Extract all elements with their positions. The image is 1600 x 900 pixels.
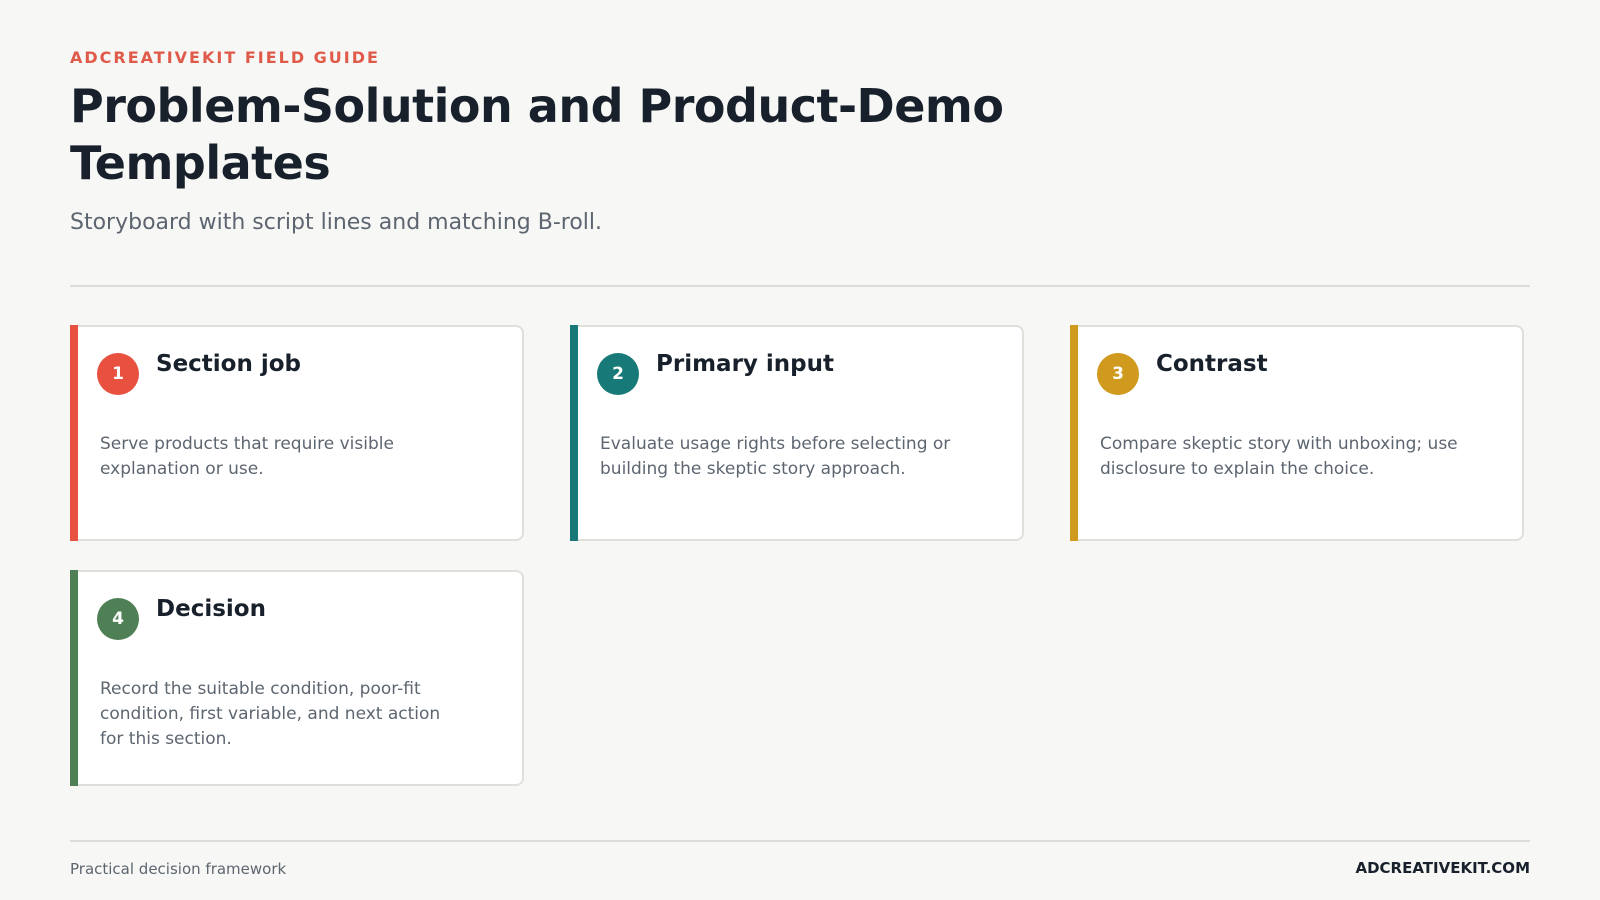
card-accent-bar: [1070, 325, 1078, 541]
step-number-badge: 2: [597, 353, 639, 395]
card-contrast: 3 Contrast Compare skeptic story with un…: [1070, 325, 1524, 541]
card-body: Serve products that require visible expl…: [100, 434, 394, 479]
eyebrow-label: ADCREATIVEKIT FIELD GUIDE: [70, 48, 380, 67]
page-subtitle: Storyboard with script lines and matchin…: [70, 210, 603, 235]
card-title: Section job: [156, 351, 302, 377]
card-title: Contrast: [1156, 351, 1268, 377]
card-body: Evaluate usage rights before selecting o…: [600, 434, 951, 479]
card-primary-input: 2 Primary input Evaluate usage rights be…: [570, 325, 1024, 541]
card-accent-bar: [70, 325, 78, 541]
card-decision: 4 Decision Record the suitable condition…: [70, 570, 524, 786]
page-title: Problem-Solution and Product-Demo Templa…: [70, 79, 1004, 190]
header-divider: [70, 285, 1530, 287]
card-section-job: 1 Section job Serve products that requir…: [70, 325, 524, 541]
step-number-badge: 3: [1097, 353, 1139, 395]
card-title: Primary input: [656, 351, 835, 377]
card-title: Decision: [156, 596, 266, 622]
footer-tagline: Practical decision framework: [70, 860, 287, 878]
footer-divider: [70, 840, 1530, 842]
card-body: Record the suitable condition, poor-fit …: [100, 679, 441, 749]
step-number-badge: 4: [97, 598, 139, 640]
card-accent-bar: [570, 325, 578, 541]
card-accent-bar: [70, 570, 78, 786]
step-number-badge: 1: [97, 353, 139, 395]
footer-site-link[interactable]: ADCREATIVEKIT.COM: [1355, 859, 1530, 877]
card-body: Compare skeptic story with unboxing; use…: [1100, 434, 1458, 479]
